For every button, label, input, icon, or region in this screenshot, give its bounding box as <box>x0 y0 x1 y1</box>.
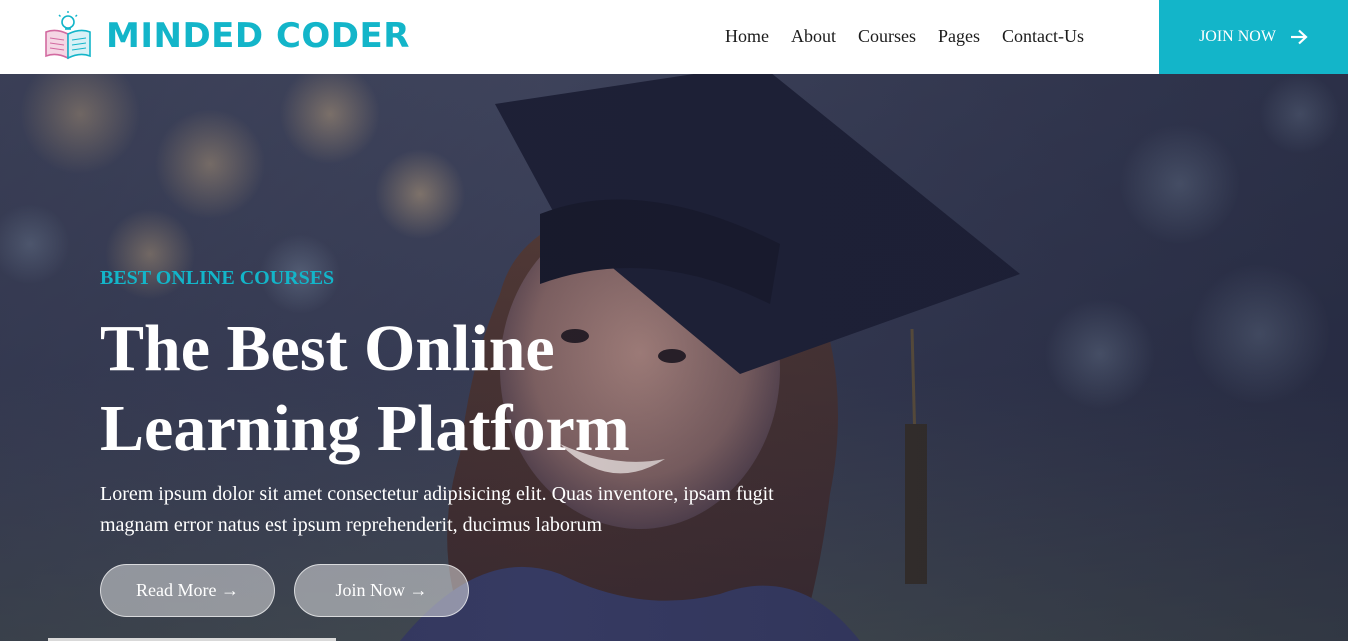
hero-title: The Best Online Learning Platform <box>100 312 630 465</box>
nav-item-courses[interactable]: Courses <box>858 26 916 47</box>
nav-item-pages[interactable]: Pages <box>938 26 980 47</box>
brand-name: MINDED CODER <box>106 16 410 56</box>
navbar: MINDED CODER Home About Courses Pages Co… <box>0 0 1348 74</box>
hero-content: BEST ONLINE COURSES The Best Online Lear… <box>100 268 860 541</box>
nav-item-home[interactable]: Home <box>725 26 769 47</box>
join-now-button[interactable]: JOIN NOW <box>1159 0 1348 74</box>
nav-item-contact[interactable]: Contact-Us <box>1002 26 1084 47</box>
arrow-right-icon <box>1290 29 1308 45</box>
hero-buttons: Read More → Join Now → <box>100 564 469 617</box>
open-book-lightbulb-icon <box>45 11 91 60</box>
brand[interactable]: MINDED CODER <box>40 8 410 64</box>
join-now-hero-button[interactable]: Join Now → <box>294 564 469 617</box>
hero-description: Lorem ipsum dolor sit amet consectetur a… <box>100 483 774 536</box>
hero-eyebrow: BEST ONLINE COURSES <box>100 267 335 289</box>
nav-item-about[interactable]: About <box>791 26 836 47</box>
read-more-button[interactable]: Read More → <box>100 564 275 617</box>
nav-links: Home About Courses Pages Contact-Us <box>725 26 1084 47</box>
join-now-label: JOIN NOW <box>1199 28 1276 45</box>
